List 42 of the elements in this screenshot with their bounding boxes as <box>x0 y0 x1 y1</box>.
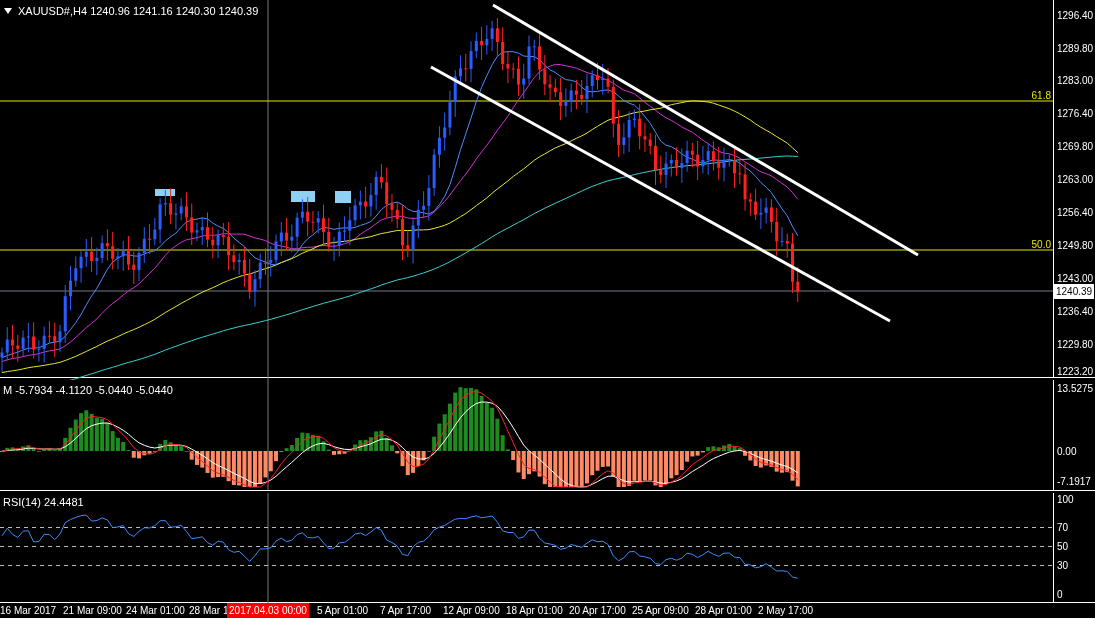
time-axis-label: 7 Apr 17:00 <box>380 604 433 618</box>
price-axis-label: 1269.80 <box>1057 140 1094 154</box>
price-axis-label: 1276.40 <box>1057 107 1094 121</box>
price-axis-label: 1256.40 <box>1057 206 1094 220</box>
macd-axis-label: 0.00 <box>1057 445 1077 460</box>
time-axis-label: 18 Apr 01:00 <box>506 604 564 618</box>
time-axis-label: 21 Mar 09:00 <box>63 604 123 618</box>
price-axis-label: 1236.40 <box>1057 305 1094 319</box>
price-axis-label: 1223.20 <box>1057 365 1094 379</box>
macd-axis-label: -7.1917 <box>1057 475 1091 490</box>
rsi-axis-label: 50 <box>1057 540 1069 555</box>
highlight-marker <box>155 189 175 196</box>
fibonacci-level-label: 50.0 <box>1031 238 1051 252</box>
symbol-quote: XAUUSD#,H4 1240.96 1241.16 1240.30 1240.39 <box>18 4 259 19</box>
current-price-label: 1240.39 <box>1054 284 1095 299</box>
cursor-time-label: 2017.04.03 00:00 <box>227 603 309 618</box>
time-axis-label: 28 Apr 01:00 <box>695 604 753 618</box>
price-axis-label: 1243.00 <box>1057 272 1094 286</box>
rsi-axis-label: 100 <box>1057 492 1074 507</box>
fibonacci-level-label: 61.8 <box>1031 89 1051 103</box>
price-axis-label: 1289.80 <box>1057 42 1094 56</box>
rsi-axis-label: 0 <box>1057 587 1063 602</box>
time-axis-label: 16 Mar 2017 <box>0 604 58 618</box>
rsi-axis-label: 70 <box>1057 521 1069 536</box>
time-axis-label: 12 Apr 09:00 <box>443 604 501 618</box>
price-axis-label: 1263.00 <box>1057 173 1094 187</box>
time-axis-label: 24 Mar 01:00 <box>126 604 186 618</box>
time-axis-label: 5 Apr 01:00 <box>317 604 370 618</box>
price-axis-label: 1229.80 <box>1057 338 1094 352</box>
macd-axis-label: 13.5275 <box>1057 382 1094 397</box>
time-axis-label: 25 Apr 09:00 <box>632 604 690 618</box>
rsi-axis-label: 30 <box>1057 559 1069 574</box>
caret-icon[interactable] <box>4 8 12 15</box>
macd-values: M -5.7934 -4.1120 -5.0440 -5.0440 <box>3 383 173 399</box>
price-axis-label: 1296.40 <box>1057 9 1094 23</box>
rsi-value: RSI(14) 24.4481 <box>3 494 84 510</box>
time-axis-label: 20 Apr 17:00 <box>569 604 627 618</box>
price-axis-label: 1249.80 <box>1057 239 1094 253</box>
highlight-marker <box>335 191 351 203</box>
price-axis-label: 1283.00 <box>1057 74 1094 88</box>
highlight-marker <box>291 191 315 202</box>
time-axis-label: 2 May 17:00 <box>758 604 815 618</box>
